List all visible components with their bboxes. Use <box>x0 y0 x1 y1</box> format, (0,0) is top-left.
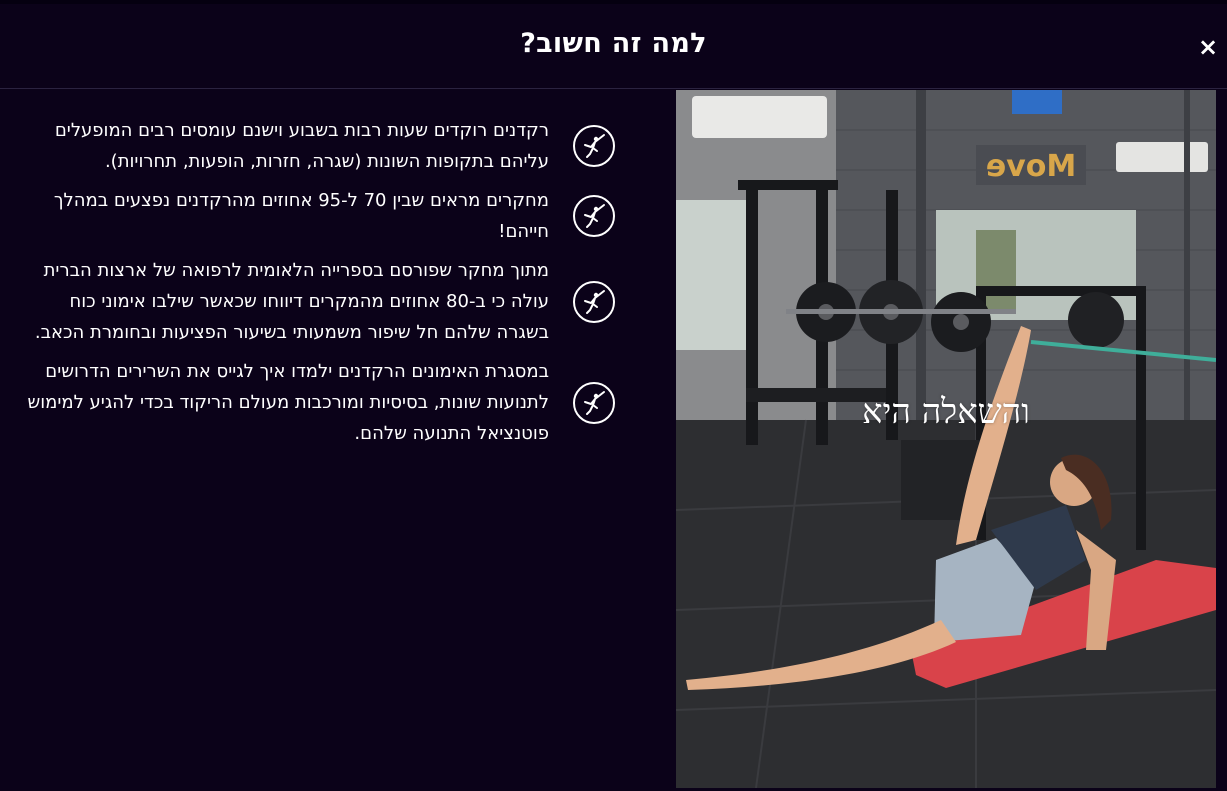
video-caption: והשאלה היא <box>862 392 1030 432</box>
benefit-text: במסגרת האימונים הרקדנים ילמדו איך לגייס … <box>27 361 549 444</box>
benefit-item: רקדנים רוקדים שעות רבות בשבוע וישנם עומס… <box>20 115 615 177</box>
modal-title: למה זה חשוב? <box>520 28 707 59</box>
dancer-icon-graphic <box>584 204 605 228</box>
dancer-icon-graphic <box>584 134 605 158</box>
benefit-item: מתוך מחקר שפורסם בספרייה הלאומית לרפואה … <box>20 255 615 348</box>
modal-content: רקדנים רוקדים שעות רבות בשבוע וישנם עומס… <box>0 90 1227 791</box>
gym-sign-text: Move <box>986 149 1076 184</box>
benefits-list: רקדנים רוקדים שעות רבות בשבוע וישנם עומס… <box>20 115 615 457</box>
benefit-item: במסגרת האימונים הרקדנים ילמדו איך לגייס … <box>20 356 615 449</box>
dancer-icon-graphic <box>584 289 605 314</box>
dancer-icon <box>573 280 615 323</box>
benefit-text: מתוך מחקר שפורסם בספרייה הלאומית לרפואה … <box>34 260 549 343</box>
video-frame: Move <box>676 90 1216 788</box>
dancer-icon-graphic <box>584 390 605 415</box>
dancer-icon <box>573 381 615 424</box>
info-modal: למה זה חשוב? × רקדנים רוקדים שעות רבות ב… <box>0 0 1227 791</box>
video-player[interactable]: Move והשאלה היא <box>676 90 1216 788</box>
close-button[interactable]: × <box>1197 34 1219 60</box>
benefit-text: מחקרים מראים שבין 70 ל-95 אחוזים מהרקדני… <box>53 190 549 242</box>
benefit-item: מחקרים מראים שבין 70 ל-95 אחוזים מהרקדני… <box>20 185 615 247</box>
dancer-icon <box>573 195 615 237</box>
modal-header: למה זה חשוב? × <box>0 0 1227 89</box>
dancer-icon <box>573 125 615 167</box>
benefit-text: רקדנים רוקדים שעות רבות בשבוע וישנם עומס… <box>54 120 549 172</box>
